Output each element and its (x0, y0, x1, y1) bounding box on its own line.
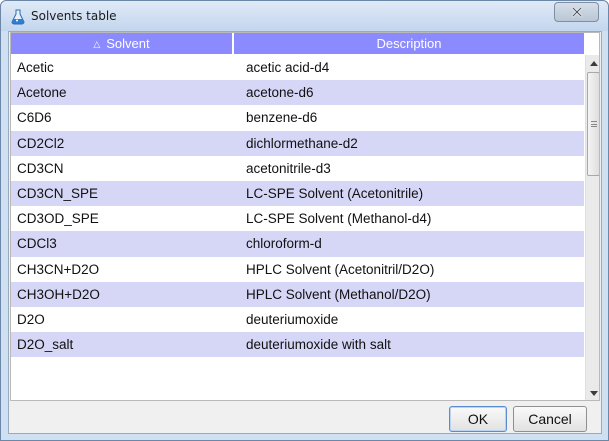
window-title: Solvents table (31, 9, 117, 23)
scroll-down-arrow-icon (589, 390, 598, 396)
cell-description: dichlormethane-d2 (246, 135, 358, 151)
cell-solvent: Acetic (17, 60, 54, 75)
cell-solvent: C6D6 (17, 110, 52, 126)
cell-description: LC-SPE Solvent (Acetonitrile) (246, 185, 424, 201)
column-header-label: Description (376, 36, 442, 51)
table-row[interactable]: CD3CN acetonitrile-d3 (11, 156, 584, 181)
cell-description: HPLC Solvent (Acetonitril/D2O) (246, 261, 435, 277)
cell-description: HPLC Solvent (Methanol/D2O) (246, 286, 431, 302)
table-body: Acetic acetic acid-d4 Acetone acetone-d6… (11, 55, 584, 358)
close-button[interactable] (554, 2, 599, 22)
table-row[interactable]: D2O_salt deuteriumoxide with salt (11, 332, 584, 358)
cell-solvent: CH3OH+D2O (17, 286, 100, 302)
scroll-up-arrow-icon (589, 60, 598, 66)
close-icon (571, 6, 582, 18)
cell-solvent: Acetone (17, 85, 67, 101)
cell-description: deuteriumoxide (246, 311, 339, 327)
table-row[interactable]: CD3OD_SPE LC-SPE Solvent (Methanol-d4) (11, 206, 584, 231)
solvents-table-dialog: Solvents table △ Solvent Description Acet… (0, 0, 609, 441)
cell-solvent: CD3CN_SPE (17, 185, 99, 201)
cell-solvent: D2O (17, 311, 45, 327)
cell-description: deuteriumoxide with salt (246, 337, 391, 353)
table-row[interactable]: CDCl3 chloroform-d (11, 231, 584, 257)
cell-solvent: D2O_salt (17, 337, 74, 353)
cell-description: chloroform-d (246, 236, 322, 252)
table-row[interactable]: C6D6 benzene-d6 (11, 105, 584, 130)
table-row[interactable]: D2O deuteriumoxide (11, 307, 584, 332)
sort-ascending-icon: △ (93, 39, 101, 49)
table-row[interactable]: CD2Cl2 dichlormethane-d2 (11, 130, 584, 156)
scroll-up-button[interactable] (586, 55, 599, 71)
cancel-button[interactable]: Cancel (513, 406, 587, 432)
cell-solvent: CD2Cl2 (17, 135, 65, 151)
cell-description: acetic acid-d4 (246, 60, 330, 75)
ok-button[interactable]: OK (449, 406, 507, 432)
vertical-scrollbar[interactable] (585, 55, 599, 400)
solvents-table: △ Solvent Description Acetic acetic acid-… (10, 32, 600, 401)
cell-description: acetone-d6 (246, 85, 314, 101)
cell-solvent: CD3CN (17, 160, 64, 176)
cell-description: LC-SPE Solvent (Methanol-d4) (246, 211, 432, 227)
scroll-down-button[interactable] (586, 385, 599, 400)
cell-solvent: CD3OD_SPE (17, 211, 99, 227)
dialog-content: △ Solvent Description Acetic acetic acid-… (8, 31, 602, 434)
grip-icon (591, 121, 597, 127)
table-row[interactable]: CH3CN+D2O HPLC Solvent (Acetonitril/D2O) (11, 257, 584, 282)
table-header: △ Solvent Description (11, 33, 584, 55)
table-row[interactable]: CH3OH+D2O HPLC Solvent (Methanol/D2O) (11, 281, 584, 307)
cell-solvent: CH3CN+D2O (17, 261, 100, 277)
column-header-solvent[interactable]: △ Solvent (11, 33, 234, 55)
cell-solvent: CDCl3 (17, 236, 57, 252)
table-row[interactable]: Acetic acetic acid-d4 (11, 55, 584, 80)
table-row[interactable]: Acetone acetone-d6 (11, 80, 584, 106)
cell-description: benzene-d6 (246, 110, 318, 126)
scrollbar-thumb[interactable] (587, 72, 599, 176)
title-bar[interactable]: Solvents table (1, 1, 608, 31)
column-header-description[interactable]: Description (234, 33, 584, 55)
cell-description: acetonitrile-d3 (246, 160, 331, 176)
table-row[interactable]: CD3CN_SPE LC-SPE Solvent (Acetonitrile) (11, 180, 584, 207)
solvent-flask-icon (10, 9, 26, 25)
column-header-label: Solvent (106, 36, 150, 51)
